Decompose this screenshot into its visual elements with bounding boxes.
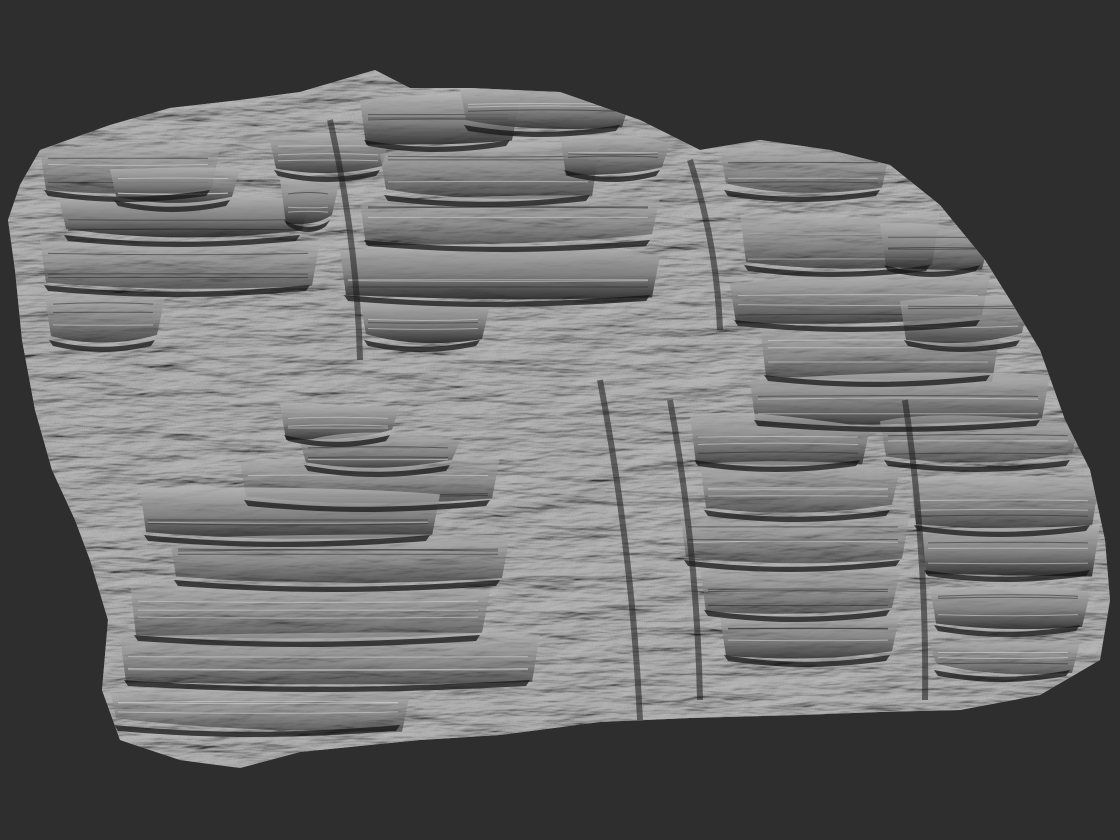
rock-cliff-model[interactable] <box>0 0 1120 840</box>
3d-viewport[interactable] <box>0 0 1120 840</box>
